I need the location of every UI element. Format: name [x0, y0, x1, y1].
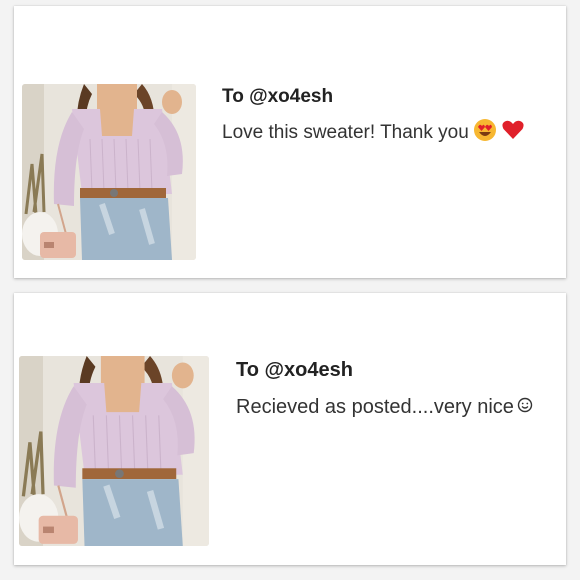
smiley-emoji-icon	[517, 396, 533, 419]
product-photo[interactable]	[22, 84, 196, 260]
sweater-outfit-image	[22, 84, 196, 260]
sweater-outfit-image	[19, 356, 209, 546]
review-text: Recieved as posted....very nice	[236, 396, 514, 418]
review-card-2: To @xo4esh Recieved as posted....very ni…	[14, 293, 566, 565]
heart-eyes-emoji-icon	[473, 118, 497, 148]
product-photo[interactable]	[19, 356, 209, 546]
recipient-label[interactable]: To @xo4esh	[222, 86, 333, 108]
review-message: Love this sweater! Thank you	[222, 118, 525, 148]
review-message: Recieved as posted....very nice	[236, 396, 533, 419]
review-text: Love this sweater! Thank you	[222, 122, 469, 144]
recipient-label[interactable]: To @xo4esh	[236, 359, 353, 382]
red-heart-emoji-icon	[501, 118, 525, 148]
review-card-1: To @xo4esh Love this sweater! Thank you	[14, 6, 566, 278]
